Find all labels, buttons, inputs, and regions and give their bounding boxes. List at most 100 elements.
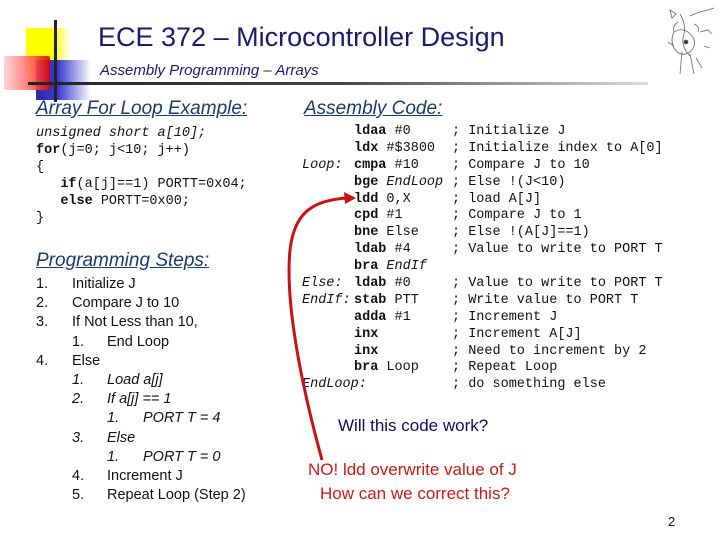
- step-text: Compare J to 10: [72, 295, 180, 312]
- c-code-text: (a[j]==1) PORTT=0x04;: [76, 177, 247, 192]
- step-text: PORT T = 0: [143, 448, 221, 465]
- asm-comment: ; load A[J]: [452, 191, 542, 207]
- asm-operand: #$3800: [386, 140, 436, 156]
- step-number: 5.: [72, 487, 85, 504]
- asm-operand: EndIf: [386, 259, 427, 275]
- step-text: Increment J: [107, 467, 183, 484]
- asm-label: Loop:: [302, 157, 343, 173]
- answer-text-line1: NO! ldd overwrite value of J: [308, 460, 517, 479]
- asm-comment: ; Write value to PORT T: [452, 292, 639, 308]
- step-text: If Not Less than 10,: [72, 314, 198, 331]
- step-number: 3.: [36, 314, 49, 331]
- asm-comment: ; Initialize index to A[0]: [452, 140, 663, 156]
- step-number: 4.: [72, 467, 85, 484]
- asm-instruction: cmpa #10: [354, 158, 419, 173]
- c-code-text: PORTT=0x00;: [92, 194, 190, 209]
- c-code-text: (j=0; j<10; j++): [60, 143, 190, 158]
- asm-operand: 0,X: [386, 191, 411, 207]
- c-code-line: if(a[j]==1) PORTT=0x04;: [36, 176, 247, 193]
- asm-instruction: inx: [354, 344, 378, 359]
- step-number: 1.: [72, 371, 85, 388]
- step-number: 4.: [36, 352, 49, 369]
- question-text: Will this code work?: [338, 416, 489, 435]
- asm-opcode: adda: [354, 309, 387, 325]
- step-text: Load a[j]: [107, 371, 163, 388]
- asm-instruction: bra Loop: [354, 360, 419, 375]
- asm-comment: ; Compare J to 1: [452, 208, 582, 224]
- asm-comment: ; Value to write to PORT T: [452, 242, 663, 258]
- asm-opcode: ldab: [354, 242, 387, 258]
- c-code-declaration: unsigned short a[10];: [36, 126, 207, 141]
- header-divider-line: [28, 82, 648, 85]
- c-keyword: else: [60, 194, 93, 209]
- c-code-text: {: [36, 160, 45, 175]
- c-keyword: if: [60, 177, 77, 192]
- asm-comment: ; Increment J: [452, 309, 558, 325]
- asm-opcode: ldaa: [354, 124, 387, 139]
- assembly-code-heading: Assembly Code:: [304, 98, 443, 119]
- step-text: Initialize J: [72, 276, 136, 292]
- asm-operand: #0: [394, 276, 411, 292]
- step-text: Repeat Loop (Step 2): [107, 487, 246, 504]
- asm-instruction: ldab #4: [354, 242, 411, 257]
- answer-text-line2: How can we correct this?: [320, 484, 510, 503]
- asm-operand: Else: [386, 225, 419, 241]
- asm-instruction: cpd #1: [354, 208, 403, 223]
- step-number: 2.: [36, 295, 49, 312]
- step-number: 1.: [107, 448, 120, 465]
- c-code-block: unsigned short a[10]; for(j=0; j<10; j++…: [36, 125, 247, 227]
- step-text: Else: [72, 352, 101, 369]
- step-number: 1.: [107, 410, 120, 427]
- page-number: 2: [668, 514, 676, 529]
- asm-comment: ; Value to write to PORT T: [452, 276, 663, 292]
- c-code-line: unsigned short a[10];: [36, 125, 247, 142]
- slide-title: ECE 372 – Microcontroller Design: [98, 22, 505, 52]
- asm-label: Else:: [302, 276, 343, 292]
- step-text: If a[j] == 1: [107, 391, 172, 408]
- step-text: PORT T = 4: [143, 410, 221, 427]
- asm-operand: PTT: [394, 292, 419, 308]
- step-number: 3.: [72, 429, 85, 446]
- asm-comment: ; Compare J to 10: [452, 157, 590, 173]
- asm-opcode: bge: [354, 174, 379, 190]
- step-text: Else: [107, 429, 136, 446]
- asm-opcode: ldd: [354, 191, 379, 207]
- asm-operand: #4: [394, 242, 411, 258]
- asm-opcode: bra: [354, 259, 379, 275]
- asm-instruction: bra EndIf: [354, 259, 427, 274]
- c-keyword: for: [36, 143, 61, 158]
- asm-operand: #1: [394, 309, 411, 325]
- asm-comment: ; do something else: [452, 377, 606, 393]
- asm-instruction: inx: [354, 327, 378, 342]
- step-number: 1.: [36, 276, 49, 292]
- asm-operand: #1: [386, 208, 403, 224]
- asm-label: EndLoop:: [302, 377, 367, 393]
- step-number: 2.: [72, 391, 85, 408]
- asm-instruction: ldaa #0: [354, 124, 411, 139]
- step-text: End Loop: [107, 333, 170, 350]
- asm-instruction: bge EndLoop: [354, 175, 443, 190]
- asm-comment: ; Initialize J: [452, 124, 566, 139]
- asm-operand: #10: [394, 157, 419, 173]
- asm-opcode: inx: [354, 326, 379, 342]
- asm-opcode: ldx: [354, 140, 379, 156]
- asm-instruction: stab PTT: [354, 293, 419, 308]
- asm-opcode: inx: [354, 343, 379, 359]
- asm-comment: ; Repeat Loop: [452, 360, 558, 376]
- decorative-vertical-line: [54, 20, 57, 102]
- asm-opcode: cmpa: [354, 157, 387, 173]
- asm-instruction: adda #1: [354, 310, 411, 325]
- slide-subtitle: Assembly Programming – Arrays: [100, 62, 319, 79]
- programming-steps-heading: Programming Steps:: [36, 250, 210, 271]
- asm-instruction: bne Else: [354, 225, 419, 240]
- step-number: 1.: [72, 333, 85, 350]
- asm-operand: #0: [394, 124, 411, 139]
- c-code-line: {: [36, 159, 247, 176]
- asm-label: EndIf:: [302, 292, 351, 308]
- asm-comment: ; Increment A[J]: [452, 326, 582, 342]
- c-indent: [36, 194, 60, 209]
- asm-opcode: bne: [354, 225, 379, 241]
- asm-comment: ; Else !(A[J]==1): [452, 225, 590, 241]
- c-code-line: }: [36, 210, 247, 227]
- asm-opcode: bra: [354, 360, 379, 376]
